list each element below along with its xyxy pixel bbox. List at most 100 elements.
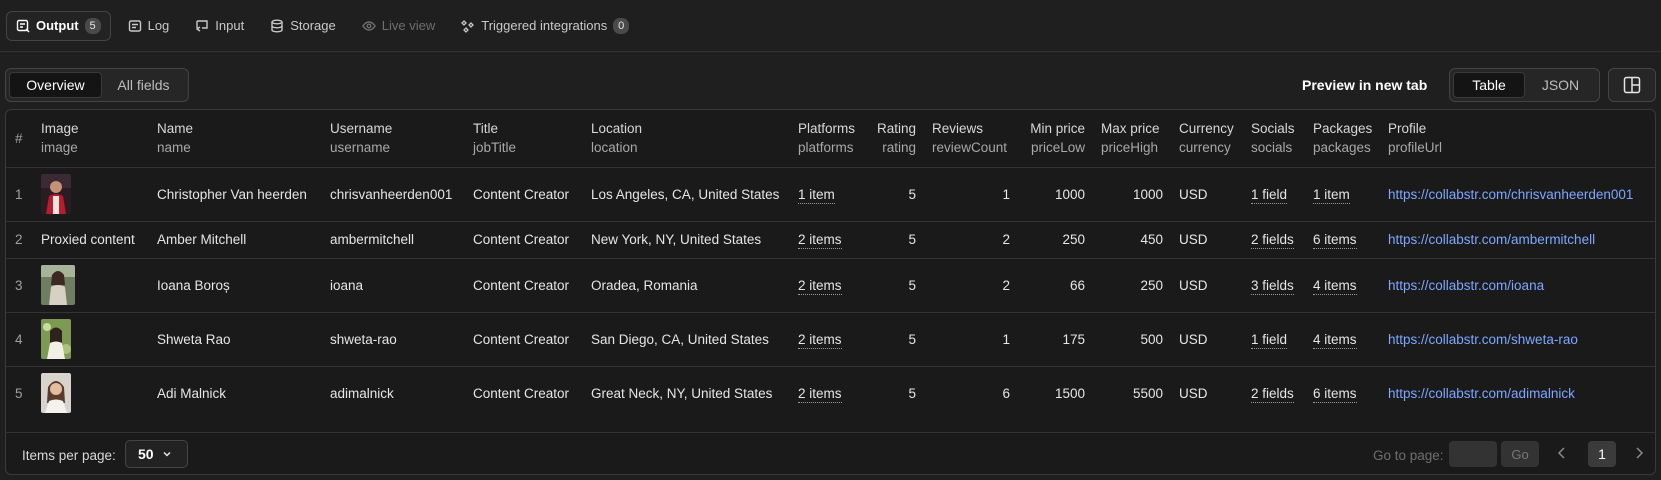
log-icon xyxy=(128,19,141,32)
column-header-rating[interactable]: Rating rating xyxy=(871,110,928,168)
column-header-packages[interactable]: Packages packages xyxy=(1309,110,1384,168)
min-price-cell: 175 xyxy=(1022,312,1097,367)
socials-expand-link[interactable]: 2 fields xyxy=(1251,385,1294,403)
tab-output[interactable]: Output 5 xyxy=(6,10,111,41)
row-index: 5 xyxy=(15,385,23,401)
tab-log[interactable]: Log xyxy=(119,11,179,41)
column-header-currency[interactable]: Currency currency xyxy=(1175,110,1247,168)
socials-cell: 1 field xyxy=(1247,312,1309,367)
previous-page-icon[interactable] xyxy=(1556,446,1568,460)
tab-output-label: Output xyxy=(36,18,79,33)
items-per-page-select[interactable]: 50 xyxy=(125,440,188,468)
column-header-name[interactable]: Name name xyxy=(153,110,326,168)
column-header-platforms[interactable]: Platforms platforms xyxy=(794,110,871,168)
next-page-icon[interactable] xyxy=(1633,446,1645,460)
packages-expand-link[interactable]: 4 items xyxy=(1313,277,1357,295)
layout-toggle-button[interactable] xyxy=(1608,68,1656,102)
rating-cell: 5 xyxy=(871,312,928,367)
json-view-button[interactable]: JSON xyxy=(1525,72,1596,98)
column-header-socials[interactable]: Socials socials xyxy=(1247,110,1309,168)
avatar-thumbnail[interactable] xyxy=(41,373,71,414)
format-toggle: Table JSON xyxy=(1449,68,1600,102)
profile-url-link[interactable]: https://collabstr.com/chrisvanheerden001 xyxy=(1388,187,1633,202)
platforms-expand-link[interactable]: 2 items xyxy=(798,232,842,249)
packages-expand-link[interactable]: 4 items xyxy=(1313,331,1357,349)
profile-cell: https://collabstr.com/ioana xyxy=(1384,258,1655,313)
go-to-page-label: Go to page: xyxy=(1373,448,1444,463)
reviews-cell: 6 xyxy=(1002,385,1010,401)
socials-cell: 2 fields xyxy=(1247,221,1309,259)
page-1-button[interactable]: 1 xyxy=(1588,441,1616,467)
rating-cell: 5 xyxy=(871,221,928,259)
title-cell: Content Creator xyxy=(469,167,587,222)
view-toggle: Overview All fields xyxy=(5,68,189,102)
avatar-thumbnail[interactable] xyxy=(41,174,71,214)
tab-storage[interactable]: Storage xyxy=(261,11,345,41)
live-view-icon xyxy=(361,20,376,31)
reviews-cell: 1 xyxy=(928,167,1022,222)
row-index: 1 xyxy=(6,167,37,222)
currency-cell: USD xyxy=(1175,167,1247,222)
overview-button[interactable]: Overview xyxy=(9,72,102,98)
profile-url-link[interactable]: https://collabstr.com/ambermitchell xyxy=(1388,232,1595,247)
tab-bar: Output 5 Log Input Storage Live view Tri… xyxy=(0,0,1661,52)
socials-cell: 2 fields xyxy=(1247,366,1309,420)
table-view-button[interactable]: Table xyxy=(1453,72,1525,98)
image-cell xyxy=(37,258,153,313)
column-header-image[interactable]: Image image xyxy=(37,110,153,168)
column-header-location[interactable]: Location location xyxy=(587,110,794,168)
currency-cell: USD xyxy=(1179,385,1208,401)
tab-live-view[interactable]: Live view xyxy=(353,11,444,41)
column-header-min-price[interactable]: Min price priceLow xyxy=(1022,110,1097,168)
preview-in-new-tab-link[interactable]: Preview in new tab xyxy=(1302,77,1427,93)
max-price-cell: 250 xyxy=(1097,258,1175,313)
title-cell: Content Creator xyxy=(469,312,587,367)
location-cell: New York, NY, United States xyxy=(587,221,794,259)
reviews-cell: 2 xyxy=(928,258,1022,313)
username-cell: chrisvanheerden001 xyxy=(326,167,469,222)
profile-url-link[interactable]: https://collabstr.com/ioana xyxy=(1388,278,1544,293)
platforms-expand-link[interactable]: 2 items xyxy=(798,331,842,349)
socials-expand-link[interactable]: 1 field xyxy=(1251,186,1288,204)
packages-cell: 1 item xyxy=(1309,167,1384,222)
location-cell: San Diego, CA, United States xyxy=(587,312,794,367)
platforms-expand-link[interactable]: 2 items xyxy=(798,385,842,403)
go-to-page-input[interactable] xyxy=(1449,441,1497,467)
socials-expand-link[interactable]: 1 field xyxy=(1251,331,1288,349)
avatar-thumbnail[interactable] xyxy=(41,319,71,359)
column-header-max-price[interactable]: Max price priceHigh xyxy=(1097,110,1175,168)
platforms-expand-link[interactable]: 1 item xyxy=(798,186,835,204)
table-row: 5 Adi Malnick adimalnick Content Creator… xyxy=(6,366,1655,420)
packages-cell: 4 items xyxy=(1309,312,1384,367)
profile-cell: https://collabstr.com/adimalnick xyxy=(1384,366,1655,420)
packages-expand-link[interactable]: 6 items xyxy=(1313,385,1357,403)
tab-input[interactable]: Input xyxy=(186,11,253,41)
packages-expand-link[interactable]: 1 item xyxy=(1313,186,1350,204)
name-cell: Amber Mitchell xyxy=(153,221,326,259)
tab-triggered-integrations[interactable]: Triggered integrations 0 xyxy=(452,11,638,41)
platforms-expand-link[interactable]: 2 items xyxy=(798,277,842,295)
go-button[interactable]: Go xyxy=(1501,441,1539,467)
socials-expand-link[interactable]: 2 fields xyxy=(1251,232,1294,249)
output-icon xyxy=(16,19,30,32)
table-row: 1 Christopher Van heerden chrisvanheerde… xyxy=(6,167,1655,222)
socials-expand-link[interactable]: 3 fields xyxy=(1251,277,1294,295)
column-header-username[interactable]: Username username xyxy=(326,110,469,168)
results-table-container: # Image image Name name Username username T… xyxy=(5,109,1656,475)
title-cell: Content Creator xyxy=(469,221,587,259)
title-cell: Content Creator xyxy=(473,385,570,401)
column-header-reviews[interactable]: Reviews reviewCount xyxy=(928,110,1022,168)
name-cell: Shweta Rao xyxy=(153,312,326,367)
packages-expand-link[interactable]: 6 items xyxy=(1313,232,1357,249)
profile-url-link[interactable]: https://collabstr.com/adimalnick xyxy=(1388,386,1575,401)
profile-url-link[interactable]: https://collabstr.com/shweta-rao xyxy=(1388,332,1578,347)
tab-storage-label: Storage xyxy=(290,18,336,33)
pagination-footer: Items per page: 50 Go to page: Go 1 xyxy=(5,432,1656,475)
avatar-thumbnail[interactable] xyxy=(41,265,75,305)
all-fields-button[interactable]: All fields xyxy=(102,72,185,98)
image-cell xyxy=(37,167,153,222)
column-header-profile[interactable]: Profile profileUrl xyxy=(1384,110,1655,168)
column-header-title[interactable]: Title jobTitle xyxy=(469,110,587,168)
max-price-cell: 500 xyxy=(1097,312,1175,367)
chevron-down-icon xyxy=(163,451,171,457)
